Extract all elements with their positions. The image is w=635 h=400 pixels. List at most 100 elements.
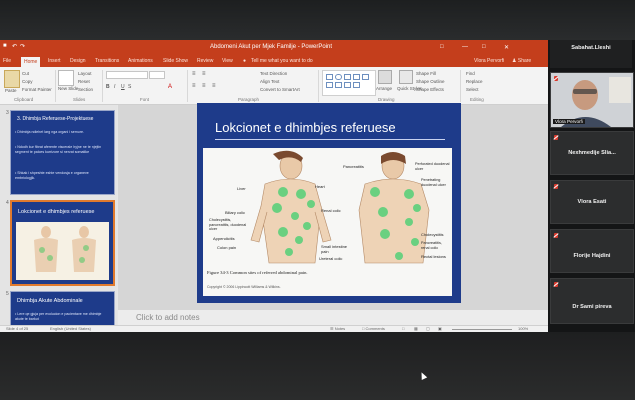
comments-label: Comments [365, 326, 385, 331]
thumbnail-number: 5 [6, 291, 9, 297]
participant-video-tile[interactable]: Vlora Pervorfi [550, 72, 634, 128]
text-direction-button[interactable]: Text Direction [260, 71, 287, 76]
participant-tile[interactable]: Vlora Esati [550, 180, 634, 224]
arrange-button[interactable]: Arrange [376, 86, 392, 91]
muted-mic-icon [554, 184, 558, 189]
participant-tile[interactable]: Florije Hajdini [550, 229, 634, 273]
bold-button[interactable]: B [106, 84, 110, 90]
tab-insert[interactable]: Insert [48, 58, 61, 64]
align-center-icon[interactable]: ≡ [202, 83, 206, 89]
slide-title[interactable]: Lokcionet e dhimbjes referuese [215, 120, 396, 135]
save-icon[interactable]: ■ [3, 43, 7, 49]
figure-label: Rectal lesions [421, 254, 446, 259]
tab-transitions[interactable]: Transitions [95, 58, 119, 64]
user-name[interactable]: Vlora Pervorfi [474, 58, 504, 64]
select-button[interactable]: Select [466, 87, 479, 92]
screen-bottom-bezel [0, 332, 635, 400]
convert-smartart-button[interactable]: Convert to SmartArt [260, 87, 300, 92]
bullets-icon[interactable]: ≡ [192, 71, 196, 77]
tab-animations[interactable]: Animations [128, 58, 153, 64]
undo-icon[interactable]: ↶ [12, 43, 17, 50]
close-icon[interactable]: ✕ [504, 44, 509, 51]
numbering-icon[interactable]: ≡ [202, 71, 206, 77]
triangle-shape-icon[interactable] [326, 82, 333, 88]
brace-shape-icon[interactable] [335, 82, 342, 88]
normal-view-icon[interactable]: □ [402, 326, 404, 331]
zoom-slider[interactable] [452, 329, 512, 330]
new-slide-button[interactable]: New Slide [58, 86, 78, 91]
ribbon-divider [318, 70, 319, 102]
tab-slide-show[interactable]: Slide Show [163, 58, 188, 64]
thumbnail-frame: 3. Dhimbja Referuese-Projektuese • Dhimb… [10, 110, 115, 195]
replace-button[interactable]: Replace [466, 79, 483, 84]
participant-tile[interactable]: Dr Sami pireva [550, 278, 634, 324]
comments-button[interactable]: □ Comments [362, 326, 385, 331]
font-name-field[interactable] [106, 71, 148, 79]
current-slide[interactable]: Lokcionet e dhimbjes referuese Liver Hea… [197, 103, 461, 303]
notes-pane[interactable]: Click to add notes [118, 310, 548, 325]
shape-effects-button[interactable]: Shape Effects [416, 87, 444, 92]
muted-mic-icon [554, 282, 558, 287]
format-painter-button[interactable]: Format Painter [22, 87, 52, 92]
participant-tile[interactable]: Sabahat.Lleshi [550, 40, 632, 68]
align-left-icon[interactable]: ≡ [192, 83, 196, 89]
find-button[interactable]: Find [466, 71, 475, 76]
thumbnail-bullet-text: Dhimbja ndiehet larg nga organi i semure… [17, 130, 84, 134]
slide-figure[interactable]: Liver Heart Biliary colic Renal colic Ch… [203, 148, 452, 296]
thumbnail-slide-5[interactable]: 5 Dhimbja Akute Abdominale • Lere qe gju… [6, 291, 115, 332]
align-right-icon[interactable]: ≡ [212, 83, 216, 89]
rectangle-shape-icon[interactable] [326, 74, 333, 80]
copy-button[interactable]: Copy [22, 79, 33, 84]
arrow-shape-icon[interactable] [353, 74, 360, 80]
tell-me-box[interactable]: Tell me what you want to do [251, 58, 313, 64]
shape-fill-button[interactable]: Shape Fill [416, 71, 436, 76]
shadow-button[interactable]: S [128, 84, 131, 90]
participant-tile[interactable]: Nexhmedije Slia... [550, 131, 634, 175]
rounded-rectangle-shape-icon[interactable] [344, 74, 351, 80]
reading-view-icon[interactable]: ▢ [426, 326, 430, 331]
zoom-level[interactable]: 100% [518, 326, 528, 331]
cut-button[interactable]: Cut [22, 71, 29, 76]
line-shape-icon[interactable] [362, 74, 369, 80]
tab-view[interactable]: View [222, 58, 233, 64]
reset-button[interactable]: Reset [78, 79, 90, 84]
tab-file[interactable]: File [3, 58, 11, 64]
new-slide-icon[interactable] [58, 70, 74, 86]
thumbnail-slide-3[interactable]: 3 3. Dhimbja Referuese-Projektuese • Dhi… [6, 110, 115, 195]
tab-home[interactable]: Home [21, 57, 41, 67]
figure-label: Penetrating duodenal ulcer [421, 178, 446, 187]
underline-button[interactable]: U [121, 84, 125, 90]
thumbnail-bullet-text: Lere qe gjuja per evolucion e pacientave… [15, 312, 102, 321]
tab-design[interactable]: Design [70, 58, 86, 64]
section-button[interactable]: Section [78, 87, 93, 92]
muted-mic-icon [554, 76, 558, 81]
figure-label: Heart [315, 184, 325, 189]
italic-button[interactable]: I [114, 84, 115, 90]
participant-name: Vlora Pervorfi [553, 119, 585, 124]
font-size-field[interactable] [149, 71, 165, 79]
minimize-icon[interactable]: — [462, 44, 468, 50]
star-shape-icon[interactable] [344, 82, 351, 88]
oval-shape-icon[interactable] [335, 74, 342, 80]
shape-outline-button[interactable]: Shape Outline [416, 79, 445, 84]
align-text-button[interactable]: Align Text [260, 79, 279, 84]
shapes-gallery[interactable] [322, 70, 376, 96]
slide-sorter-icon[interactable]: ▦ [414, 326, 418, 331]
language-indicator[interactable]: English (United States) [50, 326, 91, 331]
callout-shape-icon[interactable] [353, 82, 360, 88]
notes-button[interactable]: ☰ Notes [330, 326, 345, 331]
paste-button[interactable]: Paste [5, 88, 17, 93]
quick-styles-icon[interactable] [399, 70, 413, 84]
ribbon-display-icon[interactable]: □ [440, 44, 444, 50]
thumbnail-slide-4[interactable]: 4 Lokcionet e dhimbjes referuese [6, 200, 115, 286]
maximize-icon[interactable]: □ [482, 44, 486, 50]
redo-icon[interactable]: ↷ [20, 43, 25, 50]
figure-label: Ureteral colic [319, 256, 343, 261]
share-button[interactable]: ♟ Share [512, 58, 531, 64]
font-color-button[interactable]: A [168, 84, 172, 90]
slideshow-view-icon[interactable]: ▣ [438, 326, 442, 331]
layout-button[interactable]: Layout [78, 71, 92, 76]
paste-icon[interactable] [4, 70, 20, 88]
tab-review[interactable]: Review [197, 58, 213, 64]
arrange-icon[interactable] [378, 70, 392, 84]
